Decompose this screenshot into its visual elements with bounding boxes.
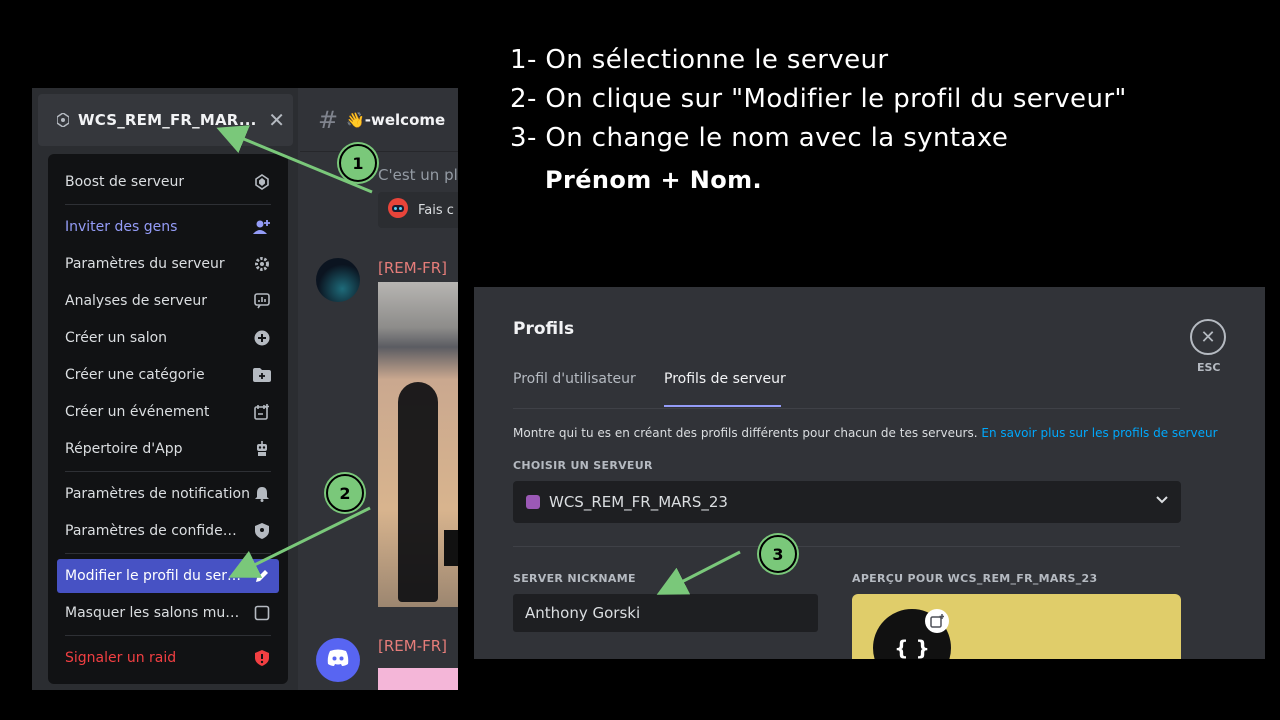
menu-item-label: Paramètres de notification — [65, 486, 250, 502]
close-button[interactable]: ✕ — [1190, 319, 1226, 355]
menu-item-create-channel[interactable]: Créer un salon — [57, 321, 279, 355]
menu-item-label: Analyses de serveur — [65, 293, 207, 309]
image-caption-fragment — [444, 530, 458, 566]
calendar-plus-icon — [253, 403, 271, 421]
server-select[interactable]: WCS_REM_FR_MARS_23 — [513, 481, 1181, 523]
section-divider — [513, 546, 1180, 547]
menu-divider — [65, 204, 271, 205]
description-text: Montre qui tu es en créant des profils d… — [513, 426, 982, 440]
edit-avatar-icon[interactable] — [925, 609, 949, 633]
description: Montre qui tu es en créant des profils d… — [513, 426, 1218, 440]
avatar[interactable] — [316, 258, 360, 302]
menu-item-label: Créer une catégorie — [65, 367, 205, 383]
menu-item-label: Répertoire d'App — [65, 441, 183, 457]
instruction-syntax: Prénom + Nom. — [545, 166, 763, 194]
instruction-step-1: 1- On sélectionne le serveur — [510, 45, 889, 75]
post-image[interactable] — [378, 282, 458, 607]
menu-item-create-category[interactable]: Créer une catégorie — [57, 358, 279, 392]
active-tab-indicator — [664, 405, 781, 407]
robot-icon — [253, 440, 271, 458]
menu-item-boost[interactable]: Boost de serveur — [57, 165, 279, 199]
tab-divider — [513, 408, 1180, 409]
esc-label: ESC — [1197, 361, 1221, 374]
chevron-down-icon — [1155, 491, 1169, 510]
menu-item-label: Signaler un raid — [65, 650, 177, 666]
bot-message: Fais c — [378, 192, 458, 228]
menu-item-report-raid[interactable]: Signaler un raid — [57, 641, 279, 675]
post-username[interactable]: [REM-FR] — [378, 259, 447, 277]
preview-avatar-text: { } — [894, 636, 930, 659]
bell-icon — [253, 485, 271, 503]
instruction-step-2: 2- On clique sur "Modifier le profil du … — [510, 84, 1127, 114]
shield-icon — [253, 522, 271, 540]
menu-item-invite[interactable]: Inviter des gens — [57, 210, 279, 244]
menu-item-edit-server-profile[interactable]: Modifier le profil du serv... — [57, 559, 279, 593]
bot-avatar-icon — [386, 196, 410, 224]
menu-divider — [65, 635, 271, 636]
selected-server: WCS_REM_FR_MARS_23 — [549, 493, 728, 511]
tab-server-profiles[interactable]: Profils de serveur — [664, 371, 786, 387]
nickname-heading: SERVER NICKNAME — [513, 572, 636, 585]
menu-item-hide-muted-channels[interactable]: Masquer les salons muets — [57, 596, 279, 630]
menu-item-label: Modifier le profil du serv... — [65, 568, 245, 584]
server-name: WCS_REM_FR_MAR... — [78, 111, 257, 129]
nickname-input[interactable] — [513, 594, 818, 632]
image-figure — [398, 382, 438, 602]
preview-heading: APERÇU POUR WCS_REM_FR_MARS_23 — [852, 572, 1098, 585]
menu-item-label: Paramètres du serveur — [65, 256, 225, 272]
annotation-badge-1: 1 — [339, 144, 377, 182]
tab-user-profile[interactable]: Profil d'utilisateur — [513, 371, 636, 387]
annotation-badge-3: 3 — [759, 535, 797, 573]
post-embed — [378, 668, 458, 690]
menu-item-label: Inviter des gens — [65, 219, 178, 235]
menu-item-label: Paramètres de confident... — [65, 523, 245, 539]
instruction-step-3: 3- On change le nom avec la syntaxe — [510, 123, 1009, 153]
menu-item-create-event[interactable]: Créer un événement — [57, 395, 279, 429]
menu-item-app-directory[interactable]: Répertoire d'App — [57, 432, 279, 466]
server-boost-icon — [56, 113, 70, 127]
boost-icon — [253, 173, 271, 191]
gear-icon — [253, 255, 271, 273]
menu-item-analytics[interactable]: Analyses de serveur — [57, 284, 279, 318]
server-icon — [526, 495, 540, 509]
bot-message-text: Fais c — [418, 202, 454, 218]
welcome-message: C'est un pla — [378, 166, 458, 184]
channel-header: # 👋-welcome — [300, 88, 458, 152]
server-profile-settings-screenshot: Profils Profil d'utilisateur Profils de … — [474, 287, 1265, 659]
menu-item-privacy-settings[interactable]: Paramètres de confident... — [57, 514, 279, 548]
shield-alert-icon — [253, 649, 271, 667]
server-header[interactable]: WCS_REM_FR_MAR... ✕ — [38, 94, 293, 146]
page-title: Profils — [513, 319, 575, 339]
menu-item-label: Créer un salon — [65, 330, 168, 346]
menu-divider — [65, 553, 271, 554]
server-dropdown-menu: Boost de serveur Inviter des gens Paramè… — [48, 154, 288, 684]
menu-divider — [65, 471, 271, 472]
choose-server-heading: CHOISIR UN SERVEUR — [513, 459, 653, 472]
post-username[interactable]: [REM-FR] — [378, 637, 447, 655]
menu-item-label: Boost de serveur — [65, 174, 185, 190]
close-icon: ✕ — [1200, 326, 1216, 348]
pencil-icon — [253, 567, 271, 585]
annotation-badge-2: 2 — [326, 474, 364, 512]
menu-item-server-settings[interactable]: Paramètres du serveur — [57, 247, 279, 281]
discord-server-menu-screenshot: WCS_REM_FR_MAR... ✕ # 👋-welcome C'est un… — [32, 88, 458, 690]
avatar[interactable] — [316, 638, 360, 682]
close-icon[interactable]: ✕ — [268, 108, 285, 132]
learn-more-link[interactable]: En savoir plus sur les profils de serveu… — [981, 426, 1217, 440]
channel-name[interactable]: 👋-welcome — [346, 111, 445, 129]
checkbox-icon[interactable] — [253, 604, 271, 622]
discord-logo-icon — [326, 649, 350, 671]
folder-plus-icon — [253, 366, 271, 384]
add-user-icon — [253, 218, 271, 236]
hashtag-icon: # — [318, 105, 339, 134]
plus-circle-icon — [253, 329, 271, 347]
menu-item-label: Masquer les salons muets — [65, 605, 245, 621]
menu-item-notification-settings[interactable]: Paramètres de notification — [57, 477, 279, 511]
menu-item-label: Créer un événement — [65, 404, 210, 420]
analytics-icon — [253, 292, 271, 310]
